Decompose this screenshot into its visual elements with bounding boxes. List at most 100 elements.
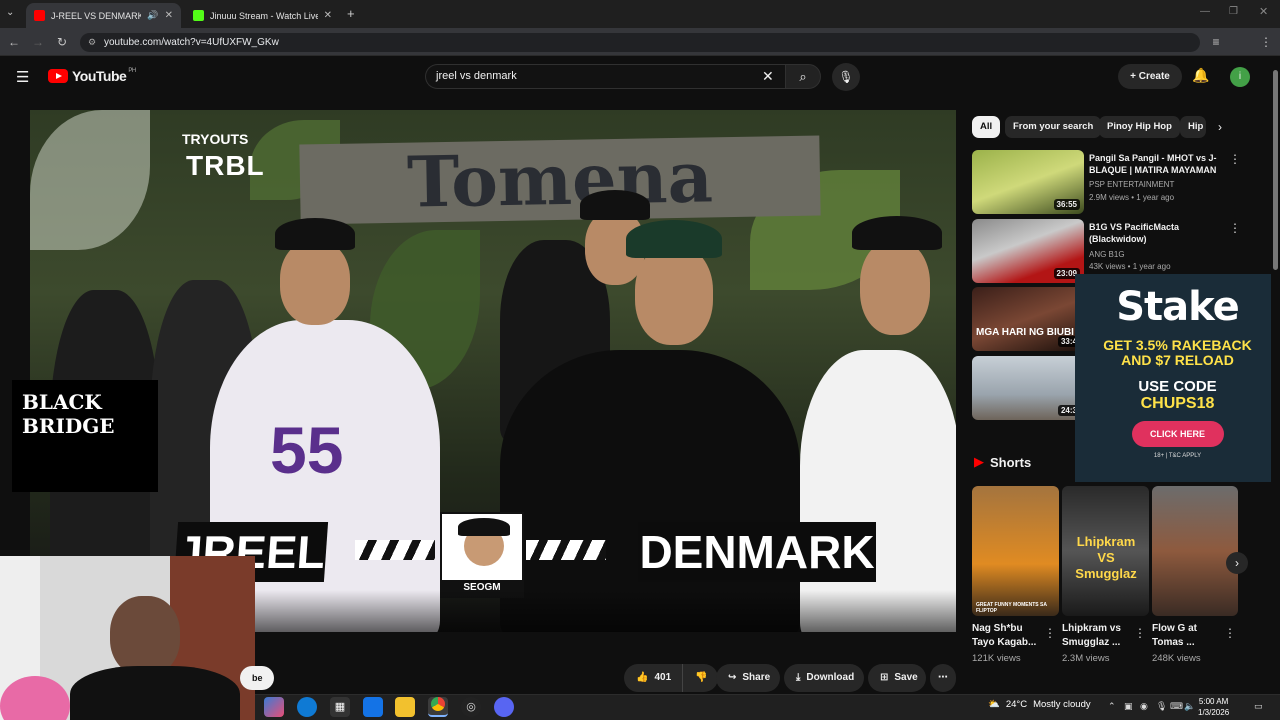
weather-widget[interactable]: ⛅ 24°C Mostly cloudy bbox=[988, 699, 1091, 710]
person-head bbox=[860, 240, 930, 335]
short-title[interactable]: Flow G at Tomas ... bbox=[1152, 622, 1222, 650]
reload-icon[interactable]: ↻ bbox=[54, 34, 70, 50]
scrollbar-thumb[interactable] bbox=[1273, 70, 1278, 270]
file-explorer-icon[interactable] bbox=[395, 697, 415, 717]
short-caption: Lhipkram VS Smugglaz bbox=[1075, 534, 1137, 581]
channel-name[interactable]: PSP ENTERTAINMENT bbox=[1089, 180, 1174, 189]
like-button[interactable]: 👍 401 bbox=[624, 664, 682, 692]
video-player[interactable]: Tomena 55 TRYOUTS TRBL JREEL DENMARK SEO… bbox=[30, 110, 956, 632]
search-button[interactable]: ⌕ bbox=[785, 64, 821, 89]
window-close-icon[interactable]: ✕ bbox=[1259, 5, 1268, 18]
edge-browser-icon[interactable] bbox=[297, 697, 317, 717]
video-title[interactable]: B1G VS PacificMacta (Blackwidow) bbox=[1089, 221, 1224, 245]
tab-youtube-video[interactable]: J-REEL VS DENMARK (TRBL 🔊 ✕ bbox=[26, 3, 181, 28]
recommendation-item[interactable]: 36:55 Pangil Sa Pangil - MHOT vs J-BLAQU… bbox=[972, 150, 1262, 214]
download-label: Download bbox=[806, 672, 855, 683]
tray-app-icon[interactable]: ▣ bbox=[1124, 701, 1133, 712]
person-cap bbox=[626, 220, 722, 258]
clock-time: 5:00 AM bbox=[1198, 697, 1229, 706]
more-actions-button[interactable]: ⋯ bbox=[930, 664, 956, 692]
youtube-logo[interactable]: YouTube PH bbox=[48, 68, 136, 84]
save-label: Save bbox=[894, 672, 918, 683]
short-views: 121K views bbox=[972, 653, 1021, 664]
video-title[interactable]: Pangil Sa Pangil - MHOT vs J-BLAQUE | MA… bbox=[1089, 152, 1224, 176]
chip-all[interactable]: All bbox=[972, 116, 1001, 138]
chrome-app-icon[interactable] bbox=[428, 697, 448, 717]
chip-from-your-search[interactable]: From your search bbox=[1005, 116, 1102, 138]
tab-search-icon[interactable]: ⌄ bbox=[6, 7, 14, 18]
more-options-icon[interactable]: ⋮ bbox=[1229, 221, 1241, 235]
video-thumbnail[interactable]: MGA HARI NG BIUBI 33:4 bbox=[972, 287, 1084, 351]
shorts-heading: Shorts bbox=[990, 454, 1032, 470]
audio-playing-icon[interactable]: 🔊 bbox=[147, 10, 158, 21]
hamburger-menu-icon[interactable]: ☰ bbox=[16, 68, 29, 86]
create-button[interactable]: + Create bbox=[1118, 64, 1182, 89]
network-icon[interactable]: ⌨ bbox=[1170, 701, 1183, 712]
close-tab-icon[interactable]: ✕ bbox=[324, 10, 332, 21]
cloudy-weather-icon: ⛅ bbox=[988, 699, 1000, 710]
close-tab-icon[interactable]: ✕ bbox=[165, 10, 173, 21]
browser-menu-icon[interactable]: ⋮ bbox=[1258, 34, 1274, 50]
back-icon[interactable]: ← bbox=[6, 34, 22, 50]
video-thumbnail[interactable]: 36:55 bbox=[972, 150, 1084, 214]
search-input[interactable]: jreel vs denmark bbox=[425, 64, 785, 89]
ad-click-here-button[interactable]: CLICK HERE bbox=[1131, 421, 1224, 447]
new-tab-icon[interactable]: + bbox=[347, 6, 355, 21]
youtube-favicon-icon bbox=[34, 10, 45, 21]
tray-overflow-chevron-icon[interactable]: ⌃ bbox=[1108, 701, 1116, 712]
notifications-bell-icon[interactable]: 🔔 bbox=[1192, 67, 1209, 84]
more-options-icon[interactable]: ⋮ bbox=[1134, 626, 1146, 640]
short-thumbnail[interactable] bbox=[1152, 486, 1238, 616]
chip-pinoy-hip-hop[interactable]: Pinoy Hip Hop bbox=[1099, 116, 1180, 138]
short-views: 248K views bbox=[1152, 653, 1201, 664]
short-thumbnail[interactable]: Lhipkram VS Smugglaz bbox=[1062, 486, 1149, 616]
short-title[interactable]: Lhipkram vs Smugglaz ... bbox=[1062, 622, 1132, 650]
ad-promo-code: CHUPS18 bbox=[1140, 395, 1215, 412]
save-button[interactable]: ⊞ Save bbox=[868, 664, 926, 692]
share-button[interactable]: ↪ Share bbox=[716, 664, 780, 692]
address-bar[interactable]: ⚙ youtube.com/watch?v=4UfUXFW_GKw bbox=[80, 33, 1200, 52]
chip-hip[interactable]: Hip bbox=[1180, 116, 1206, 138]
more-options-icon[interactable]: ⋮ bbox=[1044, 626, 1056, 640]
shorts-logo-icon: ▶ bbox=[974, 454, 984, 469]
microphone-icon: 🎙 bbox=[838, 70, 854, 84]
system-clock[interactable]: 5:00 AM 1/3/2026 bbox=[1198, 696, 1229, 718]
shorts-next-chevron-icon[interactable]: › bbox=[1226, 552, 1248, 574]
tray-app-icon[interactable]: ◉ bbox=[1140, 701, 1148, 712]
voice-search-button[interactable]: 🎙 bbox=[832, 63, 860, 91]
chevron-right-icon[interactable]: › bbox=[1218, 120, 1222, 134]
obs-app-icon[interactable]: ◎ bbox=[461, 697, 481, 717]
video-thumbnail[interactable]: 23:09 bbox=[972, 219, 1084, 283]
create-label: Create bbox=[1138, 71, 1170, 82]
mail-app-icon[interactable] bbox=[363, 697, 383, 717]
ad-disclaimer: 18+ | T&C APPLY bbox=[1153, 453, 1202, 459]
more-options-icon[interactable]: ⋮ bbox=[1229, 152, 1241, 166]
site-info-icon[interactable]: ⚙ bbox=[88, 33, 96, 52]
short-caption: GREAT FUNNY MOMENTS SA FLIPTOP bbox=[976, 602, 1047, 614]
discord-app-icon[interactable] bbox=[494, 697, 514, 717]
clear-search-icon[interactable]: ✕ bbox=[762, 68, 774, 85]
forward-icon[interactable]: → bbox=[30, 34, 46, 50]
microphone-tray-icon[interactable]: 🎙 bbox=[1156, 701, 1167, 712]
foliage bbox=[30, 110, 150, 250]
video-thumbnail[interactable]: 24:3 bbox=[972, 356, 1084, 420]
short-thumbnail[interactable]: GREAT FUNNY MOMENTS SA FLIPTOP bbox=[972, 486, 1059, 616]
more-options-icon[interactable]: ⋮ bbox=[1224, 626, 1236, 640]
video-action-bar: 👍 401 👎 ↪ Share ⤓ Download ⊞ Save ⋯ bbox=[30, 664, 956, 692]
kick-favicon-icon bbox=[193, 10, 204, 21]
volume-icon[interactable]: 🔈 bbox=[1184, 701, 1195, 712]
stake-ad-banner[interactable]: Stake GET 3.5% RAKEBACK AND $7 RELOAD US… bbox=[1075, 274, 1280, 482]
reading-list-icon[interactable]: ≡ bbox=[1208, 34, 1224, 50]
dislike-button[interactable]: 👎 bbox=[682, 664, 718, 692]
person-cap bbox=[580, 190, 650, 220]
channel-name[interactable]: ANG B1G bbox=[1089, 250, 1125, 259]
tab-kick-stream[interactable]: Jinuuu Stream - Watch Live on ✕ bbox=[185, 3, 340, 28]
minimize-icon[interactable]: — bbox=[1200, 6, 1210, 17]
download-button[interactable]: ⤓ Download bbox=[784, 664, 864, 692]
maximize-icon[interactable]: ❐ bbox=[1229, 6, 1238, 17]
notification-center-icon[interactable]: ▭ bbox=[1254, 701, 1263, 712]
account-avatar[interactable]: i bbox=[1230, 67, 1250, 87]
store-icon[interactable]: ▦ bbox=[330, 697, 350, 717]
short-title[interactable]: Nag Sh*bu Tayo Kagab... bbox=[972, 622, 1042, 650]
copilot-app-icon[interactable] bbox=[264, 697, 284, 717]
